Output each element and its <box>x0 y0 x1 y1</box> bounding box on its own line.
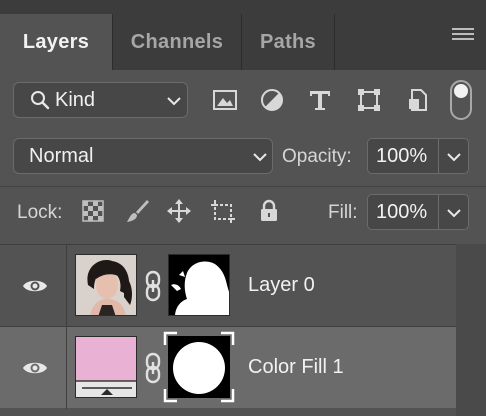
lock-transparent-pixels-icon[interactable] <box>80 198 106 224</box>
layer-row-color-fill-1[interactable]: Color Fill 1 <box>0 326 456 409</box>
opacity-label: Opacity: <box>282 146 352 167</box>
tab-layers[interactable]: Layers <box>0 14 112 70</box>
panel-menu-icon[interactable] <box>452 28 474 44</box>
panel-tab-bar: Layers Channels Paths <box>0 0 486 70</box>
portrait-photo-thumbnail <box>76 255 136 315</box>
layer-name: Color Fill 1 <box>248 356 344 378</box>
mask-selection-brackets <box>163 331 235 403</box>
adjustment-filter-icon[interactable] <box>259 87 285 113</box>
tab-paths[interactable]: Paths <box>242 14 334 70</box>
visibility-cell <box>0 327 67 409</box>
fill-layer-thumbnail <box>75 336 137 398</box>
chain-link-icon[interactable] <box>143 352 163 384</box>
chain-link-icon[interactable] <box>143 270 163 302</box>
shape-filter-icon[interactable] <box>356 87 382 113</box>
smart-object-filter-icon[interactable] <box>405 87 431 113</box>
filter-kind-label: Kind <box>55 88 96 111</box>
tab-divider <box>334 14 335 70</box>
visibility-cell <box>0 245 67 327</box>
eye-icon[interactable] <box>22 277 48 295</box>
lock-all-icon[interactable] <box>256 198 282 224</box>
layers-scrollbar[interactable] <box>456 244 486 416</box>
row-divider <box>0 186 486 187</box>
layer-mask-thumbnail[interactable] <box>168 254 230 316</box>
fill-dropdown[interactable] <box>439 194 469 230</box>
layer-name: Layer 0 <box>248 274 315 296</box>
fill-label: Fill: <box>328 202 358 223</box>
filter-toggle[interactable] <box>450 80 472 120</box>
chevron-down-icon <box>447 209 461 218</box>
opacity-dropdown[interactable] <box>439 138 469 174</box>
image-filter-icon[interactable] <box>212 87 238 113</box>
layer-thumbnail-photo <box>75 254 137 316</box>
chevron-down-icon <box>167 97 181 106</box>
filter-kind-select[interactable]: Kind <box>13 82 188 118</box>
blend-mode-select[interactable]: Normal <box>13 138 273 174</box>
lock-artboard-icon[interactable] <box>210 198 236 224</box>
chevron-down-icon <box>253 153 267 162</box>
fill-input[interactable]: 100% <box>367 194 439 230</box>
opacity-input[interactable]: 100% <box>367 138 439 174</box>
layer-mask-thumbnail-selected[interactable] <box>163 331 235 403</box>
blend-mode-value: Normal <box>29 145 94 167</box>
layer-row-layer-0[interactable]: Layer 0 <box>0 244 456 327</box>
type-filter-icon[interactable] <box>307 87 333 113</box>
lock-image-pixels-icon[interactable] <box>124 198 150 224</box>
silhouette-mask-thumbnail <box>169 255 229 315</box>
tab-channels[interactable]: Channels <box>113 14 241 70</box>
lock-position-icon[interactable] <box>166 198 192 224</box>
lock-label: Lock: <box>17 202 63 223</box>
eye-icon[interactable] <box>22 359 48 377</box>
search-icon <box>31 91 50 110</box>
chevron-down-icon <box>447 153 461 162</box>
fill-swatch-thumbnail <box>76 337 136 397</box>
